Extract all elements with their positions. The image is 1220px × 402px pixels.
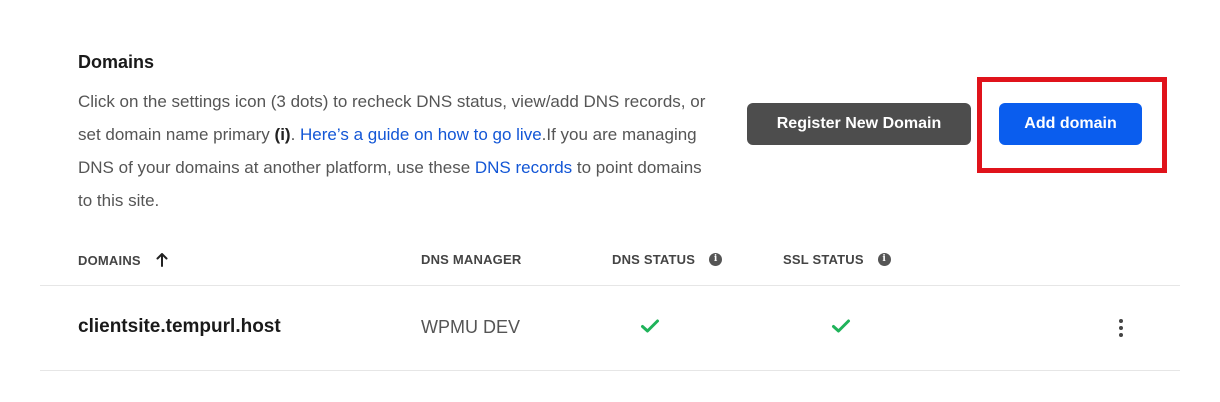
section-title: Domains bbox=[78, 52, 155, 72]
domains-page: Domains Click on the settings icon (3 do… bbox=[0, 0, 1220, 402]
table-divider bbox=[40, 285, 1180, 286]
column-label-dns-manager: DNS MANAGER bbox=[421, 252, 522, 267]
arrow-up-icon bbox=[156, 253, 168, 267]
kebab-menu-icon[interactable] bbox=[1112, 316, 1130, 340]
dns-records-link[interactable]: DNS records bbox=[475, 158, 572, 177]
info-icon[interactable]: i bbox=[709, 253, 723, 266]
info-marker: (i) bbox=[274, 125, 291, 144]
dns-manager-value: WPMU DEV bbox=[421, 317, 520, 337]
column-header-dns-manager: DNS MANAGER bbox=[421, 252, 521, 267]
check-icon bbox=[641, 319, 659, 333]
column-label-domains: DOMAINS bbox=[78, 252, 141, 268]
domain-name: clientsite.tempurl.host bbox=[78, 316, 281, 337]
column-header-domains[interactable]: DOMAINS bbox=[78, 252, 169, 268]
column-header-dns-status: DNS STATUS i bbox=[612, 252, 723, 267]
section-description: Click on the settings icon (3 dots) to r… bbox=[78, 85, 718, 217]
description-text-2: . bbox=[290, 125, 301, 144]
add-domain-button[interactable]: Add domain bbox=[999, 103, 1142, 145]
go-live-guide-link[interactable]: Here’s a guide on how to go live bbox=[300, 125, 542, 144]
register-new-domain-button[interactable]: Register New Domain bbox=[747, 103, 971, 145]
column-label-ssl-status: SSL STATUS bbox=[783, 252, 864, 267]
table-divider bbox=[40, 370, 1180, 371]
check-icon bbox=[832, 319, 850, 333]
column-header-ssl-status: SSL STATUS i bbox=[783, 252, 891, 267]
info-icon[interactable]: i bbox=[877, 253, 891, 266]
column-label-dns-status: DNS STATUS bbox=[612, 252, 696, 267]
